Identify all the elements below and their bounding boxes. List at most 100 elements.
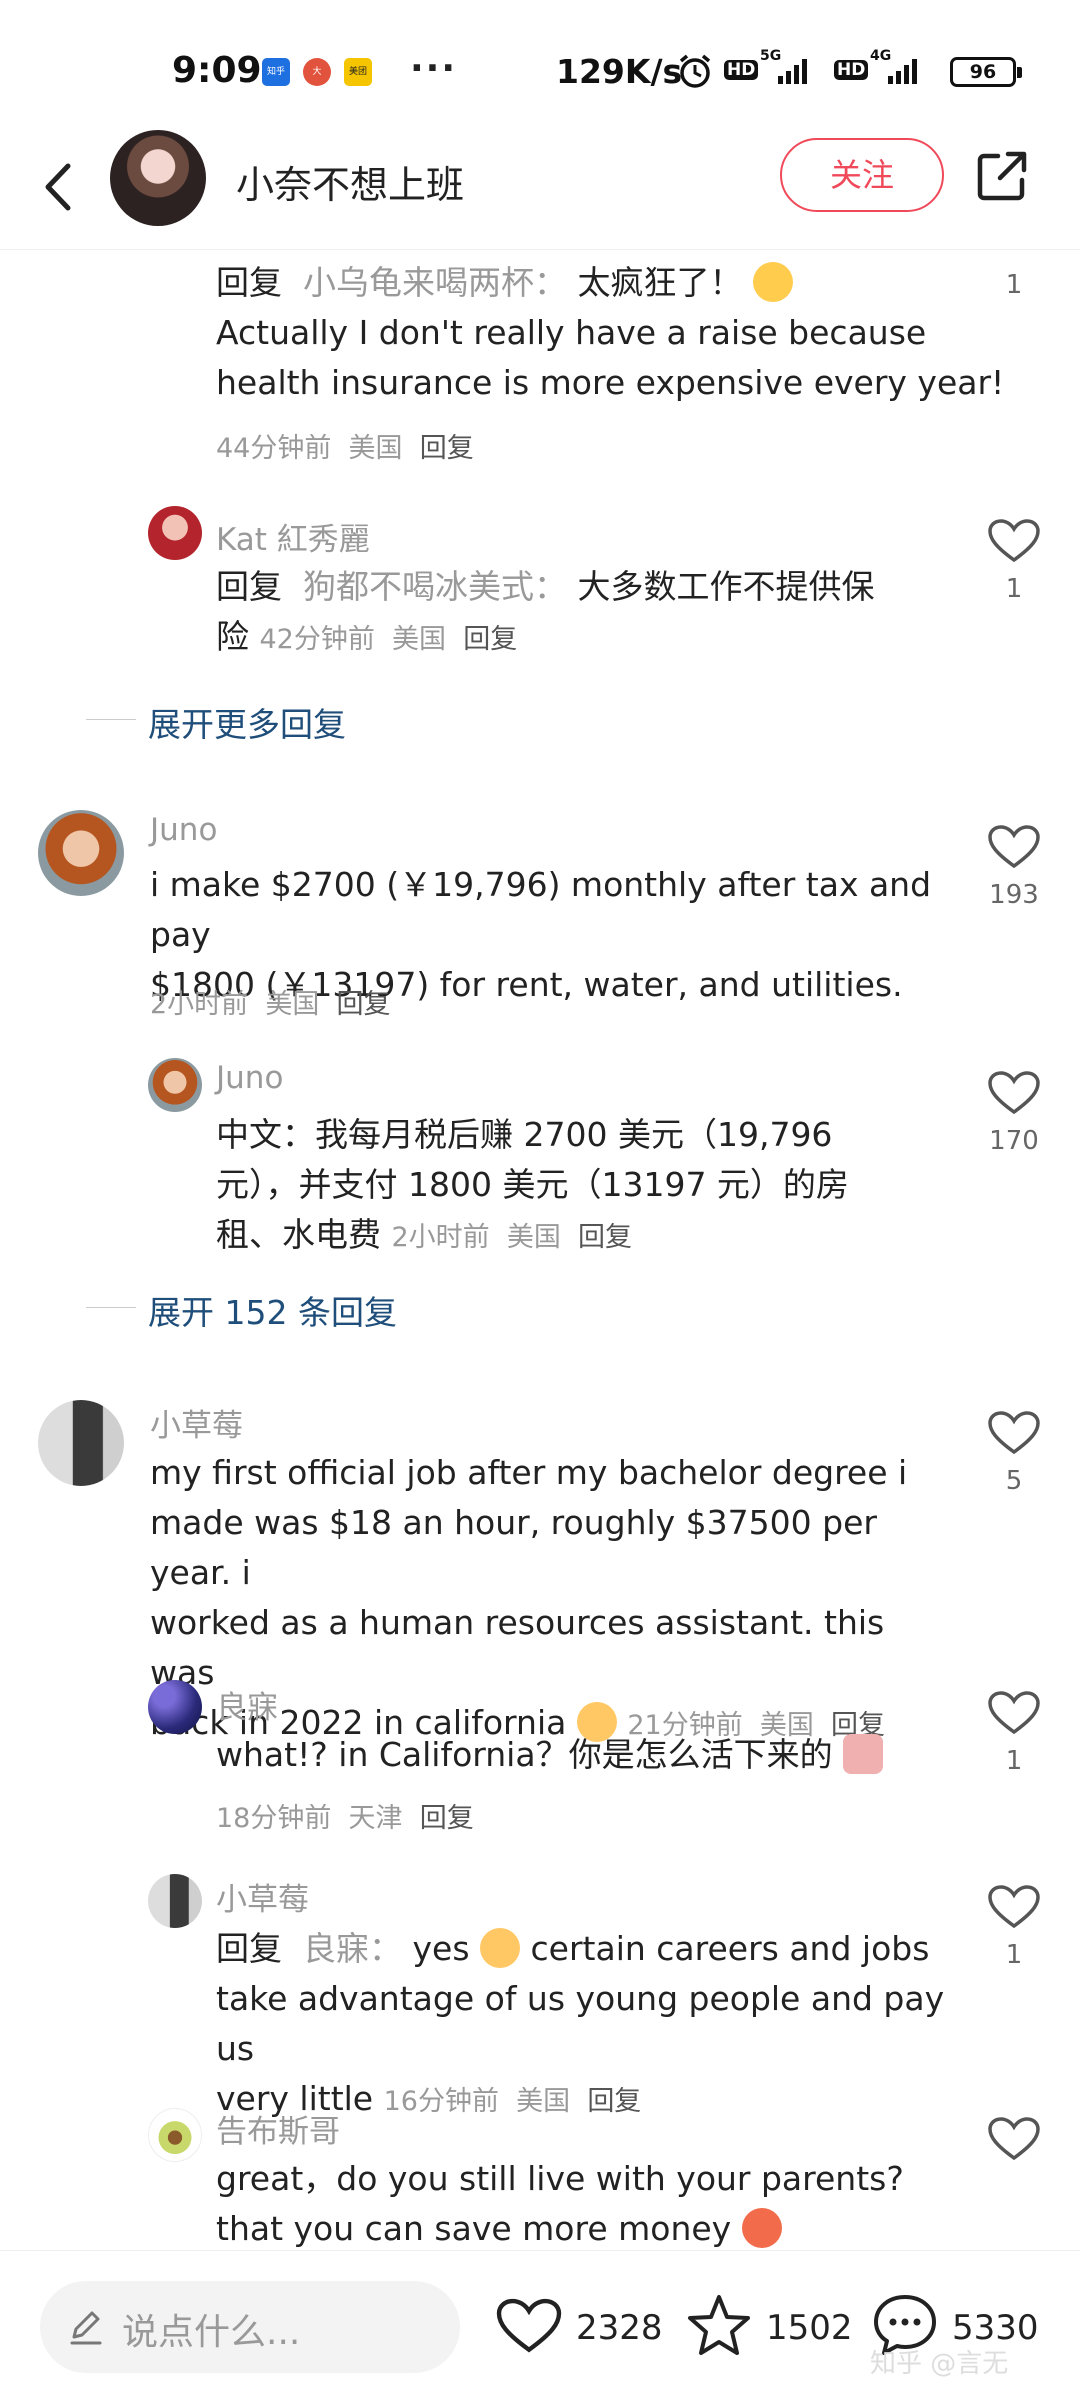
heart-icon[interactable]	[986, 824, 1042, 870]
comment-text-line: i make $2700 (￥19,796) monthly after tax…	[150, 865, 932, 954]
user-name[interactable]: 小草莓	[216, 1874, 309, 1919]
comment-meta: 2小时前 美国 回复	[392, 1222, 633, 1253]
reply-button[interactable]: 回复	[420, 433, 474, 464]
reply-prefix: 回复	[216, 567, 282, 606]
comment-list[interactable]: 回复 小乌龟来喝两杯： 太疯狂了！ Actually I don't reall…	[0, 250, 1080, 2250]
comment-input[interactable]: 说点什么...	[40, 2281, 460, 2373]
hd-icon: HD	[724, 60, 759, 80]
comment-text: 回复 狗都不喝冰美式： 大多数工作不提供保 险 42分钟前 美国 回复	[216, 562, 1016, 665]
like-count: 1	[1005, 574, 1023, 604]
pen-icon	[70, 2311, 102, 2345]
user-name[interactable]: 小草莓	[150, 1400, 243, 1445]
reply-button[interactable]: 回复	[420, 1803, 474, 1834]
reply-button[interactable]: 回复	[587, 2086, 641, 2117]
comment-text: 回复 良寐： yes certain careers and jobs take…	[216, 1924, 976, 2127]
comment-text: what!? in California？你是怎么活下来的	[216, 1730, 956, 1780]
user-avatar[interactable]	[38, 1400, 124, 1486]
user-name[interactable]: Juno	[150, 812, 217, 848]
reply-prefix: 回复	[216, 1929, 282, 1968]
signal-icon	[778, 56, 807, 84]
app-icon: 大	[303, 58, 331, 86]
star-icon[interactable]	[684, 2291, 754, 2361]
comment-location: 美国	[506, 1222, 561, 1253]
back-arrow-icon[interactable]	[30, 152, 90, 222]
more-notifications-icon: ···	[410, 48, 458, 89]
comment-text-line: great，do you still live with your parent…	[216, 2159, 904, 2198]
like-count: 170	[989, 1126, 1039, 1156]
heart-icon[interactable]	[494, 2291, 564, 2361]
comment-meta: 44分钟前 美国 回复	[216, 426, 474, 465]
like-count-total: 2328	[576, 2308, 663, 2348]
comment-text-line: 元），并支付 1800 美元（13197 元）的房	[216, 1165, 849, 1204]
like-count: 1	[1005, 1940, 1023, 1970]
comment-text-line: take advantage of us young people and pa…	[216, 1979, 945, 2068]
reply-prefix: 回复	[216, 263, 282, 302]
battery-icon: 96	[950, 57, 1022, 87]
heart-icon[interactable]	[986, 2116, 1042, 2162]
user-avatar[interactable]	[148, 2108, 202, 2162]
comment-meta: 16分钟前 美国 回复	[384, 2086, 642, 2117]
status-time: 9:09	[172, 50, 262, 91]
heart-icon[interactable]	[986, 518, 1042, 564]
user-avatar[interactable]	[148, 1680, 202, 1734]
user-avatar[interactable]	[148, 1874, 202, 1928]
follow-button[interactable]: 关注	[780, 138, 944, 212]
user-name[interactable]: Kat 紅秀麗	[216, 514, 370, 559]
comment-time: 2小时前	[391, 1222, 490, 1253]
reply-to-user[interactable]: 狗都不喝冰美式：	[303, 567, 567, 606]
reply-button[interactable]: 回复	[337, 989, 391, 1020]
comment-text-line: 中文：我每月税后赚 2700 美元（19,796	[216, 1115, 833, 1154]
comment-meta: 18分钟前 天津 回复	[216, 1796, 474, 1835]
comment-time: 2小时前	[150, 989, 249, 1020]
comment-placeholder: 说点什么...	[122, 2312, 301, 2353]
comment-location: 天津	[348, 1803, 403, 1834]
watermark: 知乎 @言无	[870, 2349, 1009, 2379]
comment-text: 回复 小乌龟来喝两杯： 太疯狂了！ Actually I don't reall…	[216, 258, 1016, 408]
fearful-emoji-icon	[752, 262, 793, 302]
heart-icon[interactable]	[986, 1410, 1042, 1456]
comment-text-line: that you can save more money	[216, 2209, 732, 2248]
comment-location: 美国	[516, 2086, 571, 2117]
reply-button[interactable]: 回复	[463, 624, 517, 655]
user-name[interactable]: 告布斯哥	[216, 2106, 340, 2151]
reply-to-user[interactable]: 良寐：	[303, 1929, 402, 1968]
meituan-app-icon: 美团	[344, 58, 372, 86]
user-name[interactable]: Juno	[216, 1060, 283, 1096]
comment-location: 美国	[348, 433, 403, 464]
comment-text-line: 租、水电费	[216, 1215, 381, 1254]
author-avatar[interactable]	[110, 130, 206, 226]
heart-icon[interactable]	[986, 1690, 1042, 1736]
like-count: 1	[1005, 270, 1023, 300]
expand-more-replies[interactable]: 展开更多回复	[86, 698, 346, 746]
like-count: 5	[1005, 1466, 1023, 1496]
user-name[interactable]: 良寐	[216, 1682, 278, 1727]
comment-text-line: my first official job after my bachelor …	[150, 1453, 908, 1492]
comment-time: 18分钟前	[216, 1803, 332, 1834]
comment-text-line: yes	[412, 1929, 470, 1968]
user-avatar[interactable]	[148, 506, 202, 560]
reply-to-user[interactable]: 小乌龟来喝两杯：	[303, 263, 567, 302]
signal-icon	[888, 56, 917, 84]
comment-time: 16分钟前	[383, 2086, 499, 2117]
heart-icon[interactable]	[986, 1884, 1042, 1930]
favorite-count: 1502	[766, 2308, 853, 2348]
heart-icon[interactable]	[986, 1070, 1042, 1116]
share-icon[interactable]	[974, 148, 1030, 204]
status-bar: 9:09 知乎 大 美团 ··· 129K/s HD 5G HD 4G 96	[0, 0, 1080, 130]
comment-text-line: 太疯狂了！	[577, 263, 743, 302]
comment-text: great，do you still live with your parent…	[216, 2154, 956, 2250]
expand-replies[interactable]: 展开 152 条回复	[86, 1286, 397, 1334]
crying-emoji-icon	[480, 1928, 521, 1968]
reply-button[interactable]: 回复	[578, 1222, 632, 1253]
laughing-emoji-icon	[741, 2208, 782, 2248]
like-count: 1	[1005, 1746, 1023, 1776]
comment-text: 中文：我每月税后赚 2700 美元（19,796 元），并支付 1800 美元（…	[216, 1110, 916, 1263]
comment-meta: 42分钟前 美国 回复	[260, 624, 518, 655]
author-name[interactable]: 小奈不想上班	[236, 154, 464, 209]
header: 小奈不想上班 关注	[0, 130, 1080, 250]
comment-count: 5330	[952, 2308, 1039, 2348]
comment-location: 美国	[392, 624, 447, 655]
bottom-action-bar: 说点什么... 2328 1502 5330 知乎 @言无	[0, 2250, 1080, 2400]
user-avatar[interactable]	[148, 1058, 202, 1112]
user-avatar[interactable]	[38, 810, 124, 896]
